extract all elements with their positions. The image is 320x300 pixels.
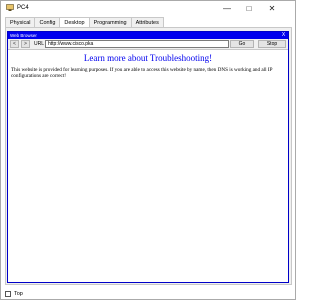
close-button[interactable]: ✕ [261, 1, 283, 15]
forward-button[interactable]: > [21, 40, 30, 48]
top-checkbox[interactable] [5, 291, 11, 297]
browser-close-button[interactable]: X [280, 32, 287, 39]
title-bar[interactable]: PC4 — □ ✕ [1, 1, 295, 15]
maximize-button[interactable]: □ [238, 1, 260, 15]
page-heading: Learn more about Troubleshooting! [83, 53, 213, 63]
back-button[interactable]: < [10, 40, 19, 48]
minimize-button[interactable]: — [216, 1, 238, 15]
tab-bar: Physical Config Desktop Programming Attr… [5, 17, 164, 28]
browser-toolbar: < > URL Go Stop [8, 39, 288, 49]
browser-title: Web Browser [10, 33, 37, 38]
tab-physical[interactable]: Physical [5, 17, 36, 27]
pc-icon [6, 4, 14, 11]
top-label: Top [14, 291, 23, 297]
tab-programming[interactable]: Programming [88, 17, 132, 27]
browser-header: Web Browser X [8, 32, 288, 39]
page-body-text: This website is provided for learning pu… [11, 67, 273, 79]
go-button[interactable]: Go [230, 40, 254, 48]
window-title: PC4 [17, 5, 29, 11]
stop-button[interactable]: Stop [258, 40, 286, 48]
tab-config[interactable]: Config [34, 17, 61, 27]
url-input[interactable] [45, 40, 229, 48]
pc4-window: PC4 — □ ✕ Physical Config Desktop Progra… [0, 0, 296, 300]
url-label: URL [34, 41, 45, 47]
top-option: Top [5, 290, 23, 298]
web-browser-window: Web Browser X < > URL Go Stop Learn more… [7, 31, 289, 283]
tab-attributes[interactable]: Attributes [130, 17, 164, 27]
browser-page: Learn more about Troubleshooting! This w… [8, 49, 288, 282]
